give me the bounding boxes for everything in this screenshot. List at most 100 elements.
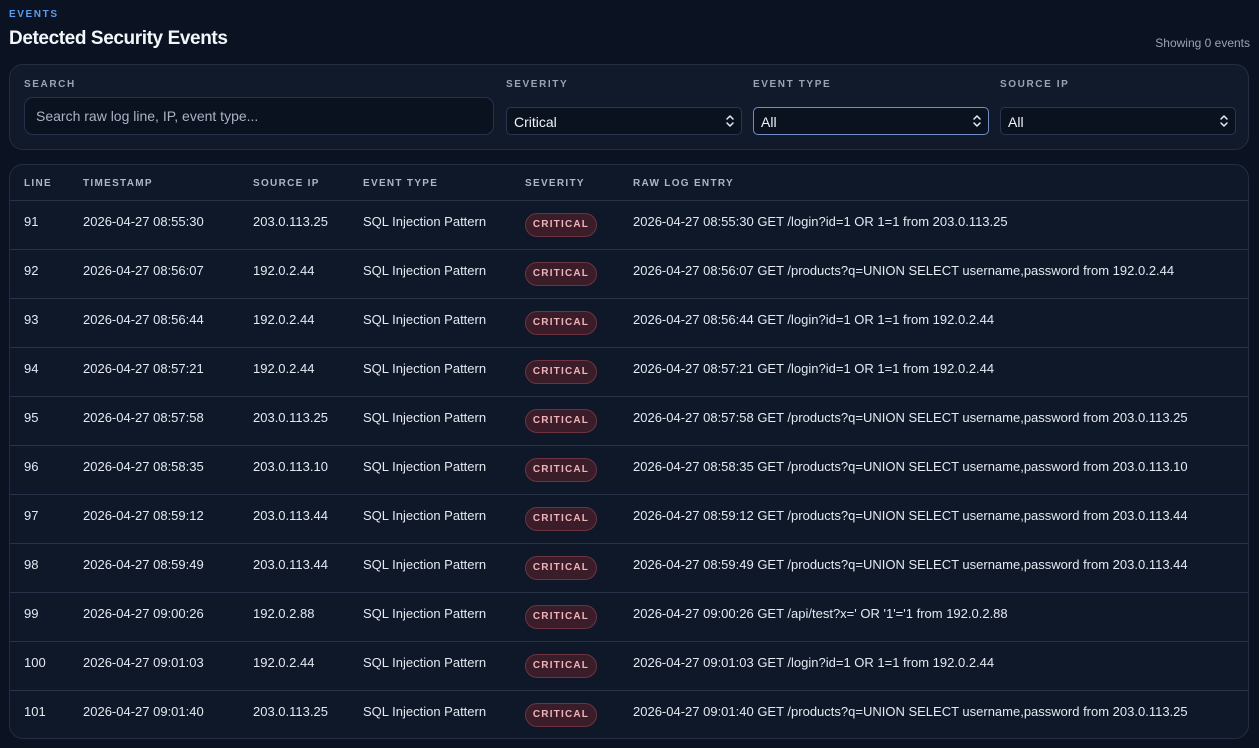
section-eyebrow: EVENTS [9, 9, 59, 20]
severity-select[interactable]: Critical [506, 107, 742, 135]
chevron-up-down-icon [973, 115, 981, 127]
cell-timestamp: 2026-04-27 08:59:12 [83, 508, 204, 523]
severity-badge: CRITICAL [525, 262, 597, 286]
cell-event-type: SQL Injection Pattern [363, 361, 487, 376]
table-header: LINE TIMESTAMP SOURCE IP EVENT TYPE SEVE… [10, 165, 1248, 201]
table-row[interactable]: 100 2026-04-27 09:01:03 192.0.2.44 SQL Inje… [10, 642, 1248, 691]
cell-source-ip: 203.0.113.25 [253, 410, 328, 425]
cell-raw-log: 2026-04-27 09:01:40 GET /products?q=UNIO… [633, 704, 1188, 719]
cell-source-ip: 203.0.113.44 [253, 557, 328, 572]
severity-badge: CRITICAL [525, 311, 597, 335]
cell-raw-log: 2026-04-27 08:56:07 GET /products?q=UNIO… [633, 263, 1175, 278]
cell-raw-log: 2026-04-27 08:59:12 GET /products?q=UNIO… [633, 508, 1188, 523]
cell-event-type: SQL Injection Pattern [363, 214, 487, 229]
cell-timestamp: 2026-04-27 08:55:30 [83, 214, 204, 229]
search-input[interactable] [24, 97, 494, 135]
events-page: EVENTS Detected Security Events Showing … [0, 0, 1259, 748]
cell-timestamp: 2026-04-27 08:57:21 [83, 361, 204, 376]
cell-timestamp: 2026-04-27 08:56:44 [83, 312, 204, 327]
cell-event-type: SQL Injection Pattern [363, 410, 487, 425]
search-label: SEARCH [24, 79, 76, 90]
events-count: Showing 0 events [1155, 36, 1250, 50]
table-row[interactable]: 95 2026-04-27 08:57:58 203.0.113.25 SQL Inj… [10, 397, 1248, 446]
source-ip-select-value: All [1008, 114, 1024, 130]
cell-raw-log: 2026-04-27 08:55:30 GET /login?id=1 OR 1… [633, 214, 1008, 229]
cell-source-ip: 192.0.2.44 [253, 312, 315, 327]
source-ip-label: SOURCE IP [1000, 79, 1070, 90]
column-header-raw-log[interactable]: RAW LOG ENTRY [633, 178, 734, 189]
cell-timestamp: 2026-04-27 08:58:35 [83, 459, 204, 474]
cell-line: 94 [24, 361, 39, 376]
cell-event-type: SQL Injection Pattern [363, 606, 487, 621]
cell-line: 101 [24, 704, 46, 719]
cell-timestamp: 2026-04-27 08:57:58 [83, 410, 204, 425]
cell-raw-log: 2026-04-27 08:58:35 GET /products?q=UNIO… [633, 459, 1188, 474]
column-header-timestamp[interactable]: TIMESTAMP [83, 178, 153, 189]
page-title: Detected Security Events [9, 28, 228, 49]
cell-raw-log: 2026-04-27 08:56:44 GET /login?id=1 OR 1… [633, 312, 995, 327]
table-row[interactable]: 94 2026-04-27 08:57:21 192.0.2.44 SQL Injec… [10, 348, 1248, 397]
chevron-up-down-icon [726, 115, 734, 127]
cell-timestamp: 2026-04-27 08:59:49 [83, 557, 204, 572]
event-type-select-value: All [761, 114, 777, 130]
severity-badge: CRITICAL [525, 654, 597, 678]
event-type-select[interactable]: All [753, 107, 989, 135]
cell-raw-log: 2026-04-27 09:00:26 GET /api/test?x=' OR… [633, 606, 1008, 621]
cell-source-ip: 203.0.113.10 [253, 459, 328, 474]
cell-timestamp: 2026-04-27 09:01:40 [83, 704, 204, 719]
cell-event-type: SQL Injection Pattern [363, 312, 487, 327]
cell-line: 100 [24, 655, 46, 670]
column-header-severity[interactable]: SEVERITY [525, 178, 585, 189]
source-ip-select[interactable]: All [1000, 107, 1236, 135]
severity-badge: CRITICAL [525, 556, 597, 580]
cell-raw-log: 2026-04-27 09:01:03 GET /login?id=1 OR 1… [633, 655, 995, 670]
severity-badge: CRITICAL [525, 458, 597, 482]
table-row[interactable]: 98 2026-04-27 08:59:49 203.0.113.44 SQL Inj… [10, 544, 1248, 593]
cell-source-ip: 192.0.2.44 [253, 361, 315, 376]
cell-line: 92 [24, 263, 39, 278]
cell-timestamp: 2026-04-27 08:56:07 [83, 263, 204, 278]
severity-badge: CRITICAL [525, 409, 597, 433]
cell-raw-log: 2026-04-27 08:59:49 GET /products?q=UNIO… [633, 557, 1188, 572]
cell-source-ip: 203.0.113.25 [253, 214, 328, 229]
severity-badge: CRITICAL [525, 360, 597, 384]
cell-line: 93 [24, 312, 39, 327]
event-type-label: EVENT TYPE [753, 79, 832, 90]
severity-badge: CRITICAL [525, 213, 597, 237]
cell-timestamp: 2026-04-27 09:01:03 [83, 655, 204, 670]
cell-line: 97 [24, 508, 39, 523]
cell-source-ip: 203.0.113.44 [253, 508, 328, 523]
cell-source-ip: 192.0.2.44 [253, 655, 315, 670]
table-body: 91 2026-04-27 08:55:30 203.0.113.25 SQL Inj… [10, 201, 1248, 738]
cell-line: 96 [24, 459, 39, 474]
table-row[interactable]: 96 2026-04-27 08:58:35 203.0.113.10 SQL Inj… [10, 446, 1248, 495]
cell-line: 91 [24, 214, 39, 229]
severity-label: SEVERITY [506, 79, 569, 90]
cell-source-ip: 203.0.113.25 [253, 704, 328, 719]
cell-event-type: SQL Injection Pattern [363, 459, 487, 474]
column-header-source-ip[interactable]: SOURCE IP [253, 178, 320, 189]
cell-raw-log: 2026-04-27 08:57:21 GET /login?id=1 OR 1… [633, 361, 995, 376]
cell-timestamp: 2026-04-27 09:00:26 [83, 606, 204, 621]
cell-raw-log: 2026-04-27 08:57:58 GET /products?q=UNIO… [633, 410, 1188, 425]
table-row[interactable]: 99 2026-04-27 09:00:26 192.0.2.88 SQL Injec… [10, 593, 1248, 642]
events-table: LINE TIMESTAMP SOURCE IP EVENT TYPE SEVE… [9, 164, 1249, 739]
column-header-line[interactable]: LINE [24, 178, 52, 189]
cell-event-type: SQL Injection Pattern [363, 557, 487, 572]
cell-event-type: SQL Injection Pattern [363, 655, 487, 670]
filter-panel: SEARCH SEVERITY Critical EVENT TYPE All [9, 64, 1249, 150]
cell-line: 95 [24, 410, 39, 425]
table-row[interactable]: 101 2026-04-27 09:01:40 203.0.113.25 SQL In… [10, 691, 1248, 738]
severity-badge: CRITICAL [525, 605, 597, 629]
cell-event-type: SQL Injection Pattern [363, 263, 487, 278]
chevron-up-down-icon [1220, 115, 1228, 127]
table-row[interactable]: 91 2026-04-27 08:55:30 203.0.113.25 SQL Inj… [10, 201, 1248, 250]
table-row[interactable]: 92 2026-04-27 08:56:07 192.0.2.44 SQL Injec… [10, 250, 1248, 299]
severity-badge: CRITICAL [525, 507, 597, 531]
table-row[interactable]: 97 2026-04-27 08:59:12 203.0.113.44 SQL Inj… [10, 495, 1248, 544]
column-header-event-type[interactable]: EVENT TYPE [363, 178, 438, 189]
table-row[interactable]: 93 2026-04-27 08:56:44 192.0.2.44 SQL Injec… [10, 299, 1248, 348]
cell-line: 98 [24, 557, 39, 572]
severity-badge: CRITICAL [525, 703, 597, 727]
cell-source-ip: 192.0.2.44 [253, 263, 315, 278]
